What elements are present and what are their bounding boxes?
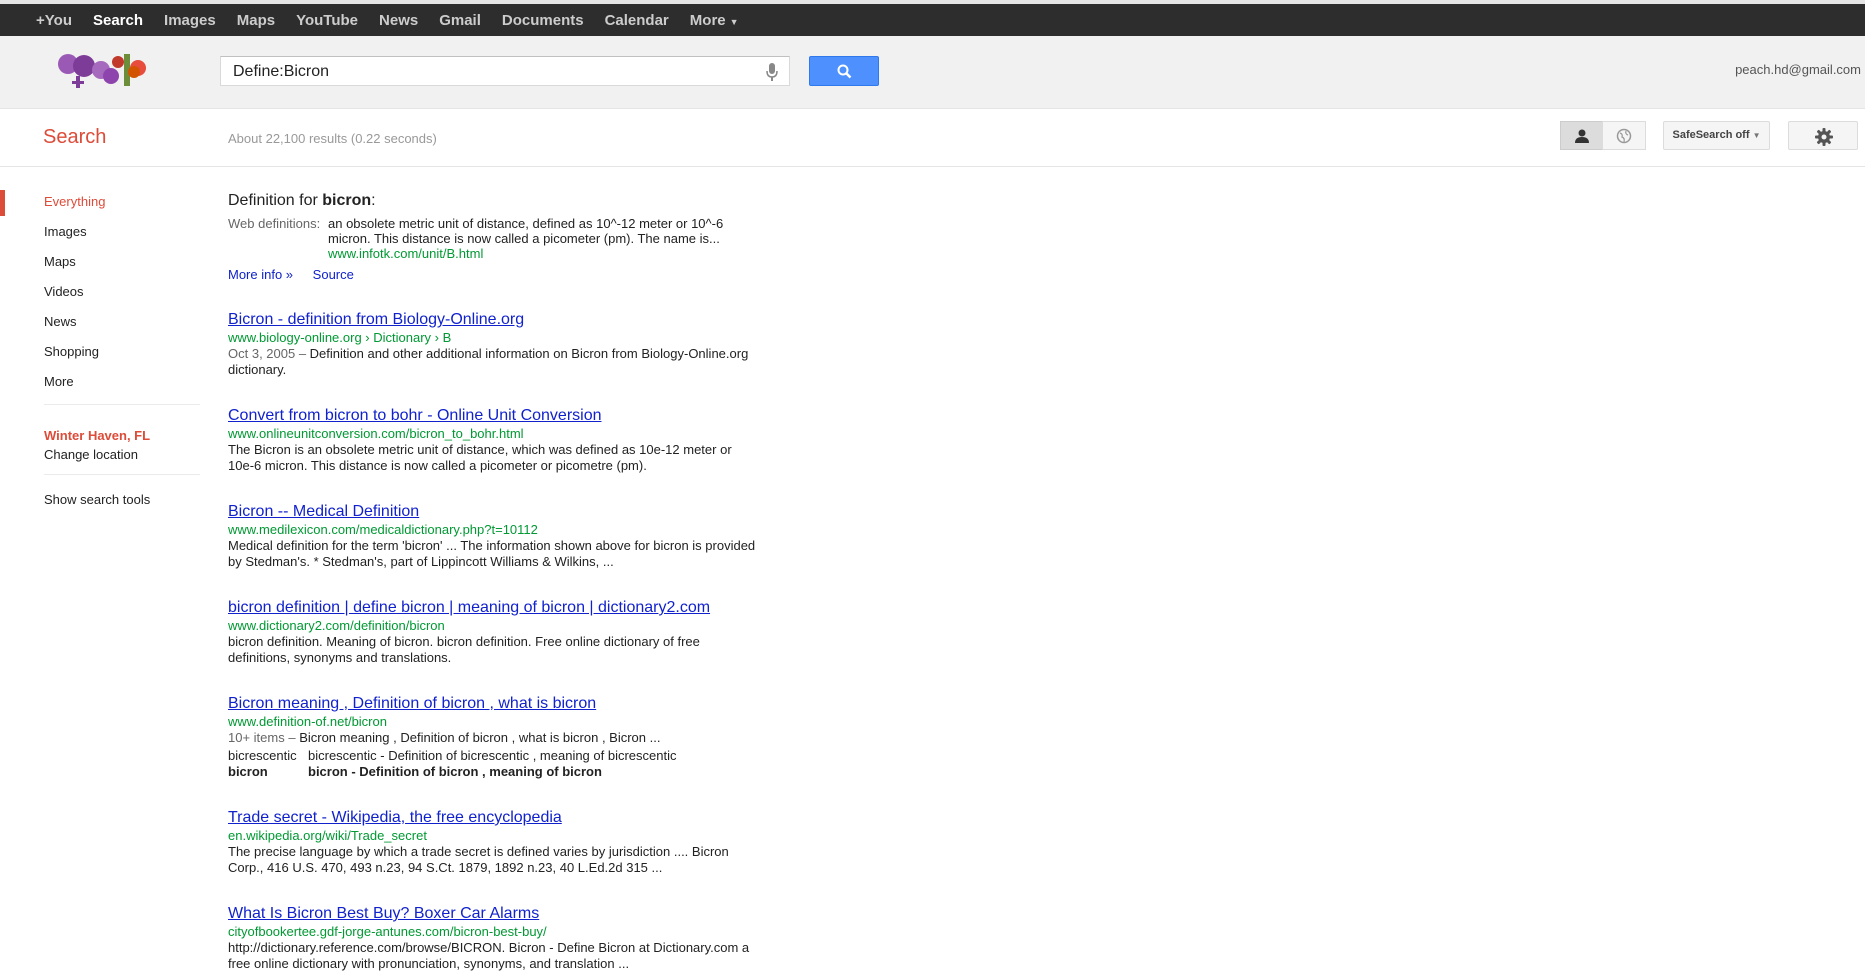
- settings-button[interactable]: [1788, 121, 1858, 150]
- search-section-title: Search: [43, 126, 107, 148]
- result-url[interactable]: www.medilexicon.com/medicaldictionary.ph…: [228, 521, 758, 538]
- result-title-link[interactable]: What Is Bicron Best Buy? Boxer Car Alarm…: [228, 904, 758, 923]
- top-nav-news[interactable]: News: [379, 12, 418, 29]
- result-date: 10+ items –: [228, 730, 300, 745]
- account-email[interactable]: peach.hd@gmail.com: [1735, 62, 1861, 77]
- search-result: What Is Bicron Best Buy? Boxer Car Alarm…: [228, 904, 758, 972]
- search-result: bicron definition | define bicron | mean…: [228, 598, 758, 666]
- definition-title-suffix: :: [371, 192, 376, 209]
- google-doodle-logo[interactable]: [54, 48, 150, 94]
- left-nav-news[interactable]: News: [0, 310, 200, 340]
- results-toolbar: Search About 22,100 results (0.22 second…: [0, 109, 1865, 167]
- search-result: Trade secret - Wikipedia, the free encyc…: [228, 808, 758, 876]
- result-snippet: The Bicron is an obsolete metric unit of…: [228, 442, 732, 473]
- top-nav-youtube[interactable]: YouTube: [296, 12, 358, 29]
- definition-label: Web definitions:: [228, 216, 321, 231]
- results-list: Definition for bicron: Web definitions: …: [228, 192, 758, 972]
- result-title-link[interactable]: Bicron - definition from Biology-Online.…: [228, 310, 758, 329]
- search-result: Bicron - definition from Biology-Online.…: [228, 310, 758, 378]
- location-city: Winter Haven, FL: [44, 428, 151, 443]
- result-title-link[interactable]: Bicron meaning , Definition of bicron , …: [228, 694, 758, 713]
- result-snippet: The precise language by which a trade se…: [228, 844, 729, 875]
- result-url[interactable]: www.biology-online.org › Dictionary › B: [228, 329, 758, 346]
- result-snippet: http://dictionary.reference.com/browse/B…: [228, 940, 750, 971]
- left-nav-divider: [44, 474, 200, 475]
- top-nav-images[interactable]: Images: [164, 12, 216, 29]
- result-snippet: Medical definition for the term 'bicron'…: [228, 538, 756, 569]
- search-result: Bicron meaning , Definition of bicron , …: [228, 694, 758, 780]
- definition-url[interactable]: www.infotk.com/unit/B.html: [328, 246, 728, 261]
- personal-results-button[interactable]: [1560, 121, 1603, 150]
- gear-icon: [1815, 128, 1833, 146]
- result-table-cell: bicrescentic: [228, 748, 297, 763]
- definition-title: Definition for bicron:: [228, 192, 758, 210]
- top-nav-bar: +You Search Images Maps YouTube News Gma…: [0, 0, 1865, 36]
- result-table-row: bicrescentic bicrescentic - Definition o…: [228, 748, 758, 764]
- top-nav-maps[interactable]: Maps: [237, 12, 275, 29]
- show-search-tools-link[interactable]: Show search tools: [44, 492, 150, 507]
- top-nav-documents[interactable]: Documents: [502, 12, 584, 29]
- globe-icon: [1616, 128, 1632, 144]
- left-nav-more[interactable]: More: [0, 370, 200, 400]
- result-url[interactable]: www.definition-of.net/bicron: [228, 713, 758, 730]
- search-header: peach.hd@gmail.com: [0, 36, 1865, 109]
- result-stats: About 22,100 results (0.22 seconds): [228, 131, 437, 146]
- search-box[interactable]: [220, 56, 790, 86]
- result-url[interactable]: en.wikipedia.org/wiki/Trade_secret: [228, 827, 758, 844]
- change-location-link[interactable]: Change location: [44, 447, 138, 462]
- result-url[interactable]: www.onlineunitconversion.com/bicron_to_b…: [228, 425, 758, 442]
- result-snippet-text: Bicron meaning , Definition of bicron , …: [299, 730, 661, 745]
- result-url[interactable]: cityofbookertee.gdf-jorge-antunes.com/bi…: [228, 923, 758, 940]
- result-table-row: bicron bicron - Definition of bicron , m…: [228, 764, 758, 780]
- left-nav-maps[interactable]: Maps: [0, 250, 200, 280]
- left-nav: Everything Images Maps Videos News Shopp…: [0, 190, 200, 405]
- definition-links: More info » Source: [228, 267, 758, 282]
- result-title-link[interactable]: Convert from bicron to bohr - Online Uni…: [228, 406, 758, 425]
- global-results-button[interactable]: [1602, 121, 1646, 150]
- result-date: Oct 3, 2005 –: [228, 346, 310, 361]
- result-table-cell: bicron: [228, 764, 268, 779]
- safesearch-label: SafeSearch off: [1672, 129, 1750, 141]
- definition-row: Web definitions: an obsolete metric unit…: [228, 216, 758, 261]
- result-title-link[interactable]: Bicron -- Medical Definition: [228, 502, 758, 521]
- result-snippet: bicron definition. Meaning of bicron. bi…: [228, 634, 700, 665]
- definition-title-prefix: Definition for: [228, 192, 323, 209]
- result-title-link[interactable]: bicron definition | define bicron | mean…: [228, 598, 758, 617]
- definition-text: an obsolete metric unit of distance, def…: [328, 216, 724, 246]
- search-result: Convert from bicron to bohr - Online Uni…: [228, 406, 758, 474]
- top-nav-you[interactable]: +You: [36, 12, 72, 29]
- person-icon: [1575, 129, 1589, 143]
- top-nav-search[interactable]: Search: [93, 12, 143, 29]
- result-table-cell: bicron - Definition of bicron , meaning …: [308, 764, 602, 779]
- left-nav-images[interactable]: Images: [0, 220, 200, 250]
- top-nav-more-label: More: [689, 11, 726, 29]
- result-table-cell: bicrescentic - Definition of bicrescenti…: [308, 748, 677, 763]
- microphone-icon[interactable]: [765, 62, 779, 82]
- top-nav-gmail[interactable]: Gmail: [439, 12, 481, 29]
- definition-title-word: bicron: [322, 192, 372, 209]
- left-nav-videos[interactable]: Videos: [0, 280, 200, 310]
- chevron-down-icon: ▼: [729, 16, 739, 27]
- result-snippet: 10+ items – Bicron meaning , Definition …: [228, 730, 758, 746]
- chevron-down-icon: ▼: [1752, 131, 1761, 140]
- definition-body: an obsolete metric unit of distance, def…: [328, 216, 728, 261]
- result-snippet: Oct 3, 2005 – Definition and other addit…: [228, 346, 758, 378]
- more-info-link[interactable]: More info »: [228, 267, 293, 282]
- result-url[interactable]: www.dictionary2.com/definition/bicron: [228, 617, 758, 634]
- search-input[interactable]: [231, 61, 755, 83]
- source-link[interactable]: Source: [313, 267, 354, 282]
- left-nav-everything[interactable]: Everything: [0, 190, 200, 220]
- definition-box: Definition for bicron: Web definitions: …: [228, 192, 758, 282]
- left-nav-divider: [44, 404, 200, 405]
- search-result: Bicron -- Medical Definition www.medilex…: [228, 502, 758, 570]
- top-nav: +You Search Images Maps YouTube News Gma…: [36, 4, 760, 36]
- result-title-link[interactable]: Trade secret - Wikipedia, the free encyc…: [228, 808, 758, 827]
- left-nav-shopping[interactable]: Shopping: [0, 340, 200, 370]
- top-nav-calendar[interactable]: Calendar: [605, 12, 669, 29]
- top-nav-more[interactable]: More ▼: [690, 12, 739, 29]
- search-icon: [837, 64, 852, 79]
- safesearch-dropdown[interactable]: SafeSearch off ▼: [1663, 121, 1770, 150]
- search-button[interactable]: [809, 56, 879, 86]
